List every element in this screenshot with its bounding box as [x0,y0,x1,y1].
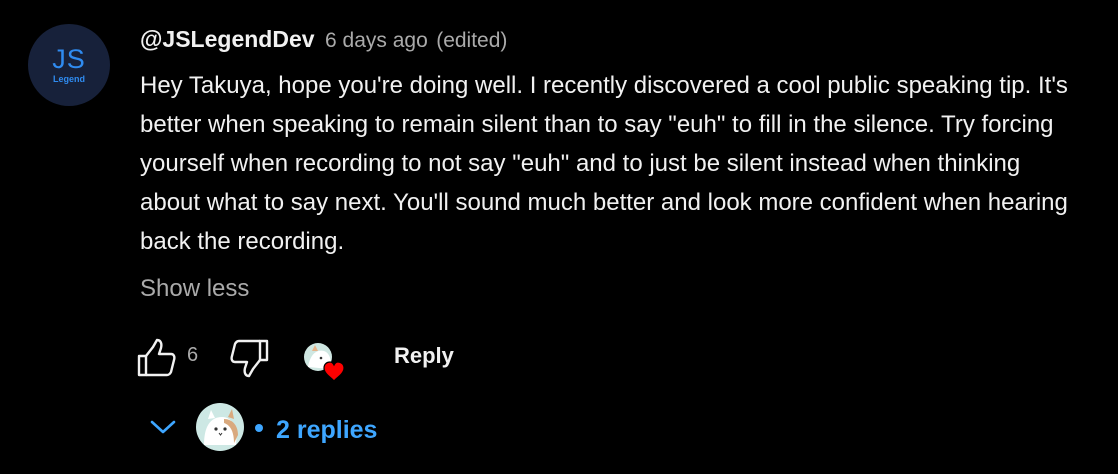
show-less-button[interactable]: Show less [140,275,249,303]
dislike-button[interactable] [228,338,270,378]
thumbs-down-icon [230,339,269,378]
comment-header: @JSLegendDev 6 days ago (edited) [140,26,507,53]
separator-dot [255,424,263,432]
replies-count-label[interactable]: 2 replies [276,416,377,445]
comment-timestamp[interactable]: 6 days ago [325,29,428,52]
view-replies-button[interactable]: 2 replies [148,400,448,454]
reply-button[interactable]: Reply [394,343,454,369]
like-count: 6 [187,344,199,366]
chevron-down-icon [150,420,176,434]
creator-heart-icon [304,343,345,383]
creator-heart [302,341,346,383]
comment-author[interactable]: @JSLegendDev [140,26,315,52]
avatar-initials: JS [52,44,86,74]
thumbs-up-icon [137,338,176,377]
edited-label: (edited) [436,29,508,52]
like-button[interactable] [136,338,178,378]
comment-actions: 6 Reply [136,336,536,383]
avatar-subtext: Legend [52,74,85,84]
comment-author-avatar[interactable]: JS Legend [28,24,110,106]
comment-body: Hey Takuya, hope you're doing well. I re… [140,72,1068,255]
reply-author-avatar [196,403,244,451]
